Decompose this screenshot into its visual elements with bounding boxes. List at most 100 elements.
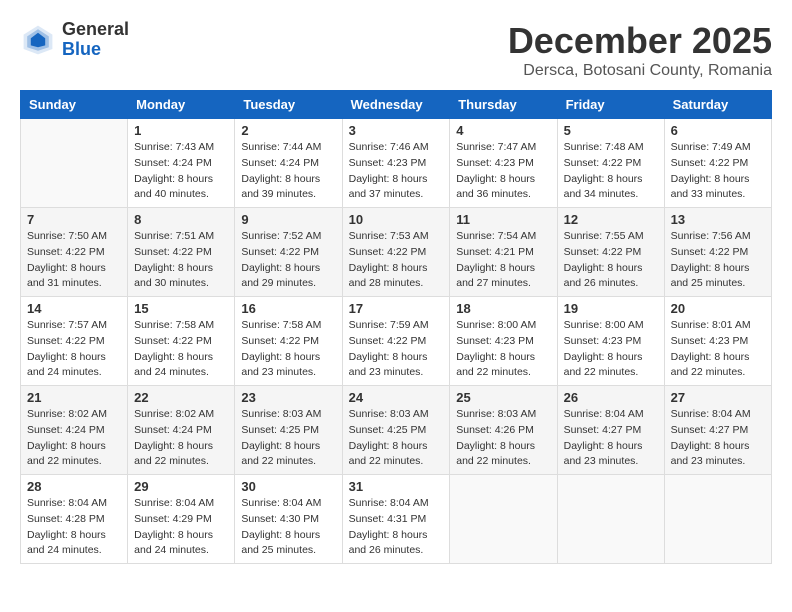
calendar-cell: 7Sunrise: 7:50 AMSunset: 4:22 PMDaylight…	[21, 208, 128, 297]
day-info: Sunrise: 7:53 AMSunset: 4:22 PMDaylight:…	[349, 229, 444, 292]
day-number: 29	[134, 479, 228, 494]
day-number: 21	[27, 390, 121, 405]
calendar-cell: 28 Sunrise: 8:04 AMSunset: 4:28 PMDayligh…	[21, 475, 128, 564]
day-info: Sunrise: 7:51 AMSunset: 4:22 PMDaylight:…	[134, 229, 228, 292]
calendar-cell: 4 Sunrise: 7:47 AMSunset: 4:23 PMDaylight…	[450, 119, 557, 208]
calendar-cell: 26Sunrise: 8:04 AMSunset: 4:27 PMDayligh…	[557, 386, 664, 475]
calendar-week-row: 7Sunrise: 7:50 AMSunset: 4:22 PMDaylight…	[21, 208, 772, 297]
calendar-cell: 31Sunrise: 8:04 AMSunset: 4:31 PMDayligh…	[342, 475, 450, 564]
weekday-header: Saturday	[664, 91, 771, 119]
day-info: Sunrise: 7:56 AMSunset: 4:22 PMDaylight:…	[671, 229, 765, 292]
day-info: Sunrise: 8:01 AMSunset: 4:23 PMDaylight:…	[671, 318, 765, 381]
day-number: 19	[564, 301, 658, 316]
day-number: 16	[241, 301, 335, 316]
day-info: Sunrise: 7:58 AMSunset: 4:22 PMDaylight:…	[241, 318, 335, 381]
day-number: 20	[671, 301, 765, 316]
day-number: 4	[456, 123, 550, 138]
day-info: Sunrise: 7:59 AMSunset: 4:22 PMDaylight:…	[349, 318, 444, 381]
calendar-cell: 2 Sunrise: 7:44 AMSunset: 4:24 PMDaylight…	[235, 119, 342, 208]
day-info: Sunrise: 8:04 AMSunset: 4:27 PMDaylight:…	[564, 407, 658, 470]
calendar-cell: 10 Sunrise: 7:53 AMSunset: 4:22 PMDayligh…	[342, 208, 450, 297]
day-number: 7	[27, 212, 121, 227]
day-info: Sunrise: 8:04 AMSunset: 4:28 PMDaylight:…	[27, 496, 121, 559]
location-subtitle: Dersca, Botosani County, Romania	[508, 62, 772, 80]
day-number: 11	[456, 212, 550, 227]
calendar-cell	[664, 475, 771, 564]
day-number: 27	[671, 390, 765, 405]
calendar-cell: 20 Sunrise: 8:01 AMSunset: 4:23 PMDayligh…	[664, 297, 771, 386]
day-number: 13	[671, 212, 765, 227]
calendar-cell: 15Sunrise: 7:58 AMSunset: 4:22 PMDayligh…	[128, 297, 235, 386]
logo-icon	[20, 22, 56, 58]
logo-blue-text: Blue	[62, 40, 129, 60]
calendar-cell: 5Sunrise: 7:48 AMSunset: 4:22 PMDaylight…	[557, 119, 664, 208]
day-number: 10	[349, 212, 444, 227]
day-number: 24	[349, 390, 444, 405]
day-info: Sunrise: 7:55 AMSunset: 4:22 PMDaylight:…	[564, 229, 658, 292]
calendar-cell: 29Sunrise: 8:04 AMSunset: 4:29 PMDayligh…	[128, 475, 235, 564]
day-number: 9	[241, 212, 335, 227]
weekday-header-row: SundayMondayTuesdayWednesdayThursdayFrid…	[21, 91, 772, 119]
calendar-cell: 11Sunrise: 7:54 AMSunset: 4:21 PMDayligh…	[450, 208, 557, 297]
day-number: 28	[27, 479, 121, 494]
calendar-cell: 19 Sunrise: 8:00 AMSunset: 4:23 PMDayligh…	[557, 297, 664, 386]
day-number: 23	[241, 390, 335, 405]
day-info: Sunrise: 7:58 AMSunset: 4:22 PMDaylight:…	[134, 318, 228, 381]
calendar-cell: 30 Sunrise: 8:04 AMSunset: 4:30 PMDayligh…	[235, 475, 342, 564]
calendar-cell: 12 Sunrise: 7:55 AMSunset: 4:22 PMDayligh…	[557, 208, 664, 297]
day-info: Sunrise: 8:00 AMSunset: 4:23 PMDaylight:…	[456, 318, 550, 381]
day-number: 30	[241, 479, 335, 494]
day-info: Sunrise: 8:00 AMSunset: 4:23 PMDaylight:…	[564, 318, 658, 381]
calendar-cell	[450, 475, 557, 564]
day-info: Sunrise: 8:03 AMSunset: 4:26 PMDaylight:…	[456, 407, 550, 470]
logo: General Blue	[20, 20, 129, 60]
calendar-week-row: 1Sunrise: 7:43 AMSunset: 4:24 PMDaylight…	[21, 119, 772, 208]
calendar-cell: 13 Sunrise: 7:56 AMSunset: 4:22 PMDayligh…	[664, 208, 771, 297]
calendar-cell: 14 Sunrise: 7:57 AMSunset: 4:22 PMDayligh…	[21, 297, 128, 386]
weekday-header: Wednesday	[342, 91, 450, 119]
weekday-header: Sunday	[21, 91, 128, 119]
calendar-cell: 6 Sunrise: 7:49 AMSunset: 4:22 PMDaylight…	[664, 119, 771, 208]
title-section: December 2025 Dersca, Botosani County, R…	[508, 20, 772, 80]
day-info: Sunrise: 8:04 AMSunset: 4:27 PMDaylight:…	[671, 407, 765, 470]
day-number: 22	[134, 390, 228, 405]
calendar-cell: 3Sunrise: 7:46 AMSunset: 4:23 PMDaylight…	[342, 119, 450, 208]
day-number: 5	[564, 123, 658, 138]
calendar-cell: 23 Sunrise: 8:03 AMSunset: 4:25 PMDayligh…	[235, 386, 342, 475]
calendar-cell: 21 Sunrise: 8:02 AMSunset: 4:24 PMDayligh…	[21, 386, 128, 475]
day-info: Sunrise: 8:03 AMSunset: 4:25 PMDaylight:…	[241, 407, 335, 470]
day-number: 8	[134, 212, 228, 227]
day-info: Sunrise: 8:02 AMSunset: 4:24 PMDaylight:…	[27, 407, 121, 470]
calendar-cell	[21, 119, 128, 208]
day-info: Sunrise: 7:44 AMSunset: 4:24 PMDaylight:…	[241, 140, 335, 203]
day-number: 31	[349, 479, 444, 494]
month-title: December 2025	[508, 20, 772, 62]
day-info: Sunrise: 8:04 AMSunset: 4:30 PMDaylight:…	[241, 496, 335, 559]
day-info: Sunrise: 8:02 AMSunset: 4:24 PMDaylight:…	[134, 407, 228, 470]
calendar-cell: 8 Sunrise: 7:51 AMSunset: 4:22 PMDaylight…	[128, 208, 235, 297]
calendar-cell: 17 Sunrise: 7:59 AMSunset: 4:22 PMDayligh…	[342, 297, 450, 386]
day-number: 2	[241, 123, 335, 138]
calendar-cell: 16 Sunrise: 7:58 AMSunset: 4:22 PMDayligh…	[235, 297, 342, 386]
day-number: 12	[564, 212, 658, 227]
calendar-cell: 9 Sunrise: 7:52 AMSunset: 4:22 PMDaylight…	[235, 208, 342, 297]
day-number: 6	[671, 123, 765, 138]
logo-general-text: General	[62, 20, 129, 40]
day-info: Sunrise: 7:52 AMSunset: 4:22 PMDaylight:…	[241, 229, 335, 292]
day-info: Sunrise: 7:46 AMSunset: 4:23 PMDaylight:…	[349, 140, 444, 203]
calendar-cell	[557, 475, 664, 564]
calendar-week-row: 14 Sunrise: 7:57 AMSunset: 4:22 PMDayligh…	[21, 297, 772, 386]
weekday-header: Friday	[557, 91, 664, 119]
day-number: 1	[134, 123, 228, 138]
weekday-header: Tuesday	[235, 91, 342, 119]
day-info: Sunrise: 7:49 AMSunset: 4:22 PMDaylight:…	[671, 140, 765, 203]
calendar-cell: 1Sunrise: 7:43 AMSunset: 4:24 PMDaylight…	[128, 119, 235, 208]
day-info: Sunrise: 7:57 AMSunset: 4:22 PMDaylight:…	[27, 318, 121, 381]
calendar-table: SundayMondayTuesdayWednesdayThursdayFrid…	[20, 90, 772, 564]
calendar-cell: 22 Sunrise: 8:02 AMSunset: 4:24 PMDayligh…	[128, 386, 235, 475]
calendar-cell: 18Sunrise: 8:00 AMSunset: 4:23 PMDayligh…	[450, 297, 557, 386]
day-info: Sunrise: 7:47 AMSunset: 4:23 PMDaylight:…	[456, 140, 550, 203]
day-number: 14	[27, 301, 121, 316]
day-number: 17	[349, 301, 444, 316]
page-header: General Blue December 2025 Dersca, Botos…	[20, 20, 772, 80]
